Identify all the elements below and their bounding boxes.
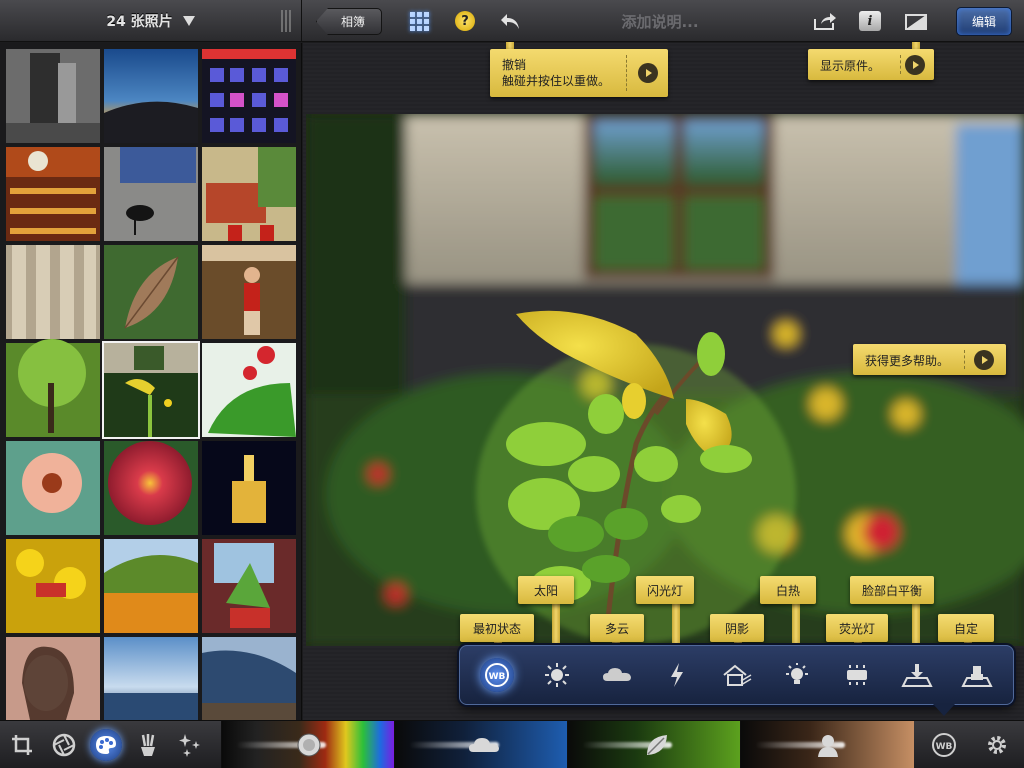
- album-picker[interactable]: 24 张照片: [0, 0, 302, 42]
- thumbnail-3[interactable]: [202, 49, 296, 143]
- thumbnail-2[interactable]: [104, 49, 198, 143]
- thumbnail-21[interactable]: [202, 637, 296, 720]
- bottom-toolbar: WB: [0, 720, 1024, 768]
- thumbnail-20[interactable]: [104, 637, 198, 720]
- thumbnail-15[interactable]: [202, 441, 296, 535]
- gear-icon[interactable]: [981, 729, 1013, 761]
- wb-label-custom: 自定: [938, 614, 994, 642]
- albums-back-button[interactable]: 相簿: [316, 8, 382, 35]
- exposure-aperture-icon[interactable]: [48, 729, 80, 761]
- share-icon[interactable]: [813, 9, 837, 33]
- face-wb-icon[interactable]: [900, 658, 934, 692]
- effects-sparkle-icon[interactable]: [174, 729, 206, 761]
- show-original-arrow-icon[interactable]: [905, 54, 925, 75]
- white-balance-icon[interactable]: WB: [928, 729, 960, 761]
- incandescent-bulb-icon[interactable]: [780, 658, 814, 692]
- wb-label-original: 最初状态: [460, 614, 534, 642]
- thumbnail-8[interactable]: [104, 245, 198, 339]
- thumbnail-10[interactable]: [6, 339, 100, 437]
- top-toolbar: 24 张照片 相簿 ? 添加说明... i 编辑: [0, 0, 1024, 42]
- more-help-tooltip[interactable]: 获得更多帮助。: [853, 344, 1006, 375]
- thumbnail-9[interactable]: [202, 245, 296, 339]
- thumbnail-16[interactable]: [6, 539, 100, 633]
- thumbnail-7[interactable]: [6, 245, 100, 339]
- thumbnail-6[interactable]: [202, 147, 296, 241]
- thumbnail-13[interactable]: [6, 441, 100, 535]
- more-help-arrow-icon[interactable]: [974, 349, 994, 370]
- more-help-tooltip-text: 获得更多帮助。: [865, 354, 950, 368]
- thumbnail-12[interactable]: [202, 343, 296, 437]
- flower-photo-image: [306, 114, 1024, 646]
- foliage-leaf-slider[interactable]: [567, 721, 740, 768]
- edit-button[interactable]: 编辑: [956, 7, 1012, 36]
- flash-icon[interactable]: [660, 658, 694, 692]
- grid-view-icon[interactable]: [407, 9, 431, 33]
- thumbnail-images: [6, 49, 296, 720]
- show-original-tooltip[interactable]: 显示原件。: [808, 49, 934, 80]
- thumbnail-17[interactable]: [104, 539, 198, 633]
- shade-house-icon[interactable]: [720, 658, 754, 692]
- show-original-icon[interactable]: [904, 9, 928, 33]
- sun-icon[interactable]: [540, 658, 574, 692]
- thumbnail-11-selected[interactable]: [102, 341, 200, 439]
- svg-text:WB: WB: [489, 672, 506, 682]
- crop-icon[interactable]: [6, 729, 38, 761]
- drag-grip-icon[interactable]: [281, 10, 293, 32]
- thumbnail-18[interactable]: [202, 539, 296, 633]
- sky-cloud-slider[interactable]: [394, 721, 567, 768]
- fluorescent-tube-icon[interactable]: [840, 658, 874, 692]
- wb-label-sun: 太阳: [518, 576, 574, 604]
- custom-eyedropper-icon[interactable]: [960, 658, 994, 692]
- svg-text:WB: WB: [936, 742, 953, 752]
- wb-label-cloudy: 多云: [590, 614, 644, 642]
- skin-tone-slider[interactable]: [740, 721, 914, 768]
- thumbnail-19[interactable]: [6, 637, 100, 720]
- main-photo[interactable]: [306, 114, 1024, 646]
- show-original-tooltip-text: 显示原件。: [820, 59, 881, 73]
- saturation-rainbow-slider[interactable]: [221, 721, 394, 768]
- undo-icon[interactable]: [498, 9, 522, 33]
- thumbnail-1[interactable]: [6, 49, 100, 143]
- cloud-icon[interactable]: [600, 658, 634, 692]
- photo-count-label: 24 张照片: [106, 14, 173, 30]
- brushes-icon[interactable]: [132, 729, 164, 761]
- wb-label-face: 脸部白平衡: [850, 576, 934, 604]
- color-palette-icon[interactable]: [90, 729, 122, 761]
- wb-label-fluorescent: 荧光灯: [826, 614, 888, 642]
- undo-tooltip-arrow-icon[interactable]: [638, 63, 658, 83]
- wb-original-icon[interactable]: WB: [480, 658, 514, 692]
- undo-tooltip[interactable]: 撤销 触碰并按住以重做。: [490, 49, 668, 97]
- wb-label-flash: 闪光灯: [636, 576, 694, 604]
- thumbnail-14[interactable]: [104, 441, 198, 535]
- info-icon[interactable]: i: [858, 9, 882, 33]
- wb-label-shade: 阴影: [710, 614, 764, 642]
- thumbnail-5[interactable]: [104, 147, 198, 241]
- wb-label-incandescent: 白热: [760, 576, 816, 604]
- help-icon[interactable]: ?: [453, 9, 477, 33]
- white-balance-panel: WB: [459, 645, 1014, 716]
- thumbnail-4[interactable]: [6, 147, 100, 241]
- caption-placeholder[interactable]: 添加说明...: [560, 11, 760, 32]
- undo-tooltip-detail: 触碰并按住以重做。: [502, 74, 611, 88]
- undo-tooltip-title: 撤销: [502, 58, 527, 72]
- thumbnail-grid: [0, 43, 302, 720]
- dropdown-caret-icon: [182, 16, 195, 26]
